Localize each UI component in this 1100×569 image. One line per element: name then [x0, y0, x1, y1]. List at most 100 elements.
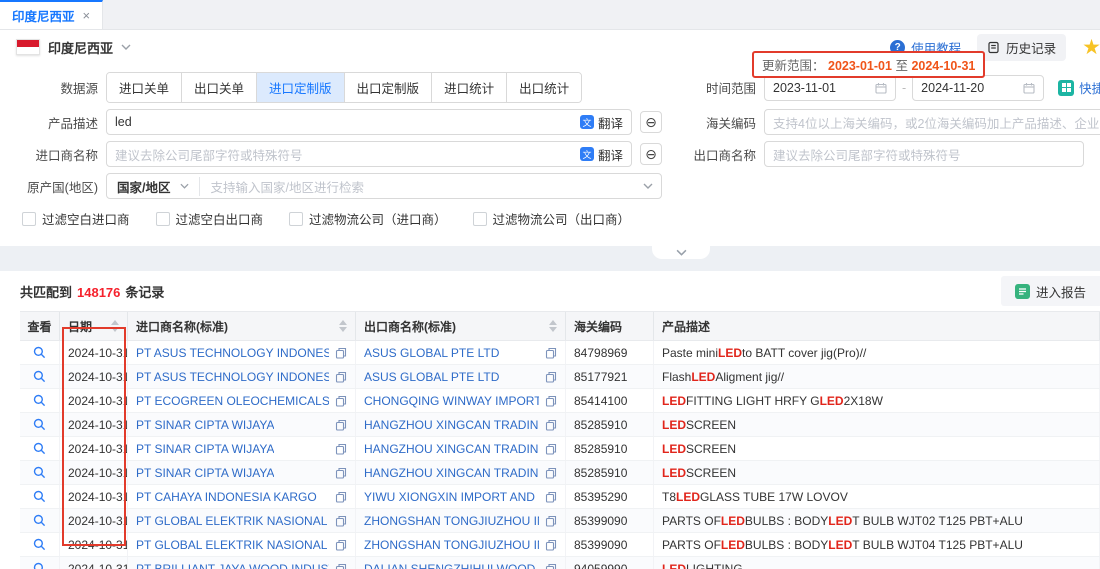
exporter-link[interactable]: DALIAN SHENGZHIHUI WOOD INDUST... — [364, 562, 539, 569]
copy-icon[interactable] — [545, 419, 557, 431]
view-detail-icon[interactable] — [33, 418, 46, 431]
exporter-link[interactable]: CHONGQING WINWAY IMPORT AND E... — [364, 394, 539, 408]
row-date: 2024-10-31 — [60, 533, 128, 556]
view-detail-icon[interactable] — [33, 442, 46, 455]
country-selector[interactable]: 印度尼西亚 — [16, 38, 131, 57]
column-header-importer[interactable]: 进口商名称(标准) — [128, 312, 356, 340]
chevron-down-icon — [643, 183, 661, 189]
importer-link[interactable]: PT GLOBAL ELEKTRIK NASIONAL — [136, 538, 327, 552]
exporter-link[interactable]: HANGZHOU XINGCAN TRADING CO LTD — [364, 418, 539, 432]
copy-icon[interactable] — [335, 515, 347, 527]
exporter-cell: ASUS GLOBAL PTE LTD — [356, 365, 566, 388]
importer-link[interactable]: PT SINAR CIPTA WIJAYA — [136, 466, 274, 480]
date-from-input[interactable]: 2023-11-01 — [764, 75, 896, 101]
translate-button[interactable]: 文 翻译 — [580, 145, 623, 164]
copy-icon[interactable] — [335, 563, 347, 569]
product-desc-label: 产品描述 — [6, 113, 98, 132]
importer-cell: PT SINAR CIPTA WIJAYA — [128, 461, 356, 484]
exporter-link[interactable]: ASUS GLOBAL PTE LTD — [364, 370, 499, 384]
view-detail-icon[interactable] — [33, 490, 46, 503]
synonym-expand-button[interactable]: ⊖ — [640, 143, 662, 165]
sort-icon[interactable] — [549, 320, 557, 332]
row-date: 2024-10-31 — [60, 557, 128, 569]
copy-icon[interactable] — [545, 395, 557, 407]
translate-button[interactable]: 文 翻译 — [580, 113, 623, 132]
exporter-link[interactable]: HANGZHOU XINGCAN TRADING CO LTD — [364, 442, 539, 456]
copy-icon[interactable] — [545, 539, 557, 551]
tab-title: 印度尼西亚 — [12, 6, 75, 25]
copy-icon[interactable] — [335, 443, 347, 455]
view-detail-icon[interactable] — [33, 370, 46, 383]
copy-icon[interactable] — [545, 467, 557, 479]
importer-link[interactable]: PT SINAR CIPTA WIJAYA — [136, 442, 274, 456]
view-detail-icon[interactable] — [33, 346, 46, 359]
copy-icon[interactable] — [335, 419, 347, 431]
tab-export-declarations[interactable]: 出口关单 — [181, 73, 256, 102]
enter-report-button[interactable]: 进入报告 — [1001, 276, 1100, 306]
importer-link[interactable]: PT BRILLIANT JAYA WOOD INDUSTRY — [136, 562, 329, 569]
sort-icon[interactable] — [111, 320, 119, 332]
exporter-link[interactable]: ZHONGSHAN TONGJIUZHOU INTERNA... — [364, 514, 539, 528]
column-header-date[interactable]: 日期 — [60, 312, 128, 340]
copy-icon[interactable] — [335, 395, 347, 407]
filter-blank-importer-checkbox[interactable]: 过滤空白进口商 — [22, 209, 130, 228]
synonym-expand-button[interactable]: ⊖ — [640, 111, 662, 133]
view-detail-icon[interactable] — [33, 466, 46, 479]
copy-icon[interactable] — [545, 515, 557, 527]
copy-icon[interactable] — [335, 347, 347, 359]
hs-code-input[interactable]: 支持4位以上海关编码，或2位海关编码加上产品描述、企业名称的任意信息 — [764, 109, 1100, 135]
tab-import-statistics[interactable]: 进口统计 — [431, 73, 506, 102]
view-detail-icon[interactable] — [33, 514, 46, 527]
copy-icon[interactable] — [545, 371, 557, 383]
column-header-exporter[interactable]: 出口商名称(标准) — [356, 312, 566, 340]
date-to-input[interactable]: 2024-11-20 — [912, 75, 1044, 101]
history-label: 历史记录 — [1006, 38, 1056, 57]
view-detail-icon[interactable] — [33, 394, 46, 407]
product-desc-input[interactable]: led 文 翻译 — [106, 109, 632, 135]
importer-link[interactable]: PT CAHAYA INDONESIA KARGO — [136, 490, 317, 504]
history-button[interactable]: 历史记录 — [977, 34, 1066, 61]
importer-link[interactable]: PT ASUS TECHNOLOGY INDONESIA BA... — [136, 370, 329, 384]
copy-icon[interactable] — [335, 467, 347, 479]
summary-prefix: 共匹配到 — [20, 285, 72, 300]
origin-country-select[interactable]: 国家/地区 — [107, 177, 200, 196]
tab-import-declarations[interactable]: 进口关单 — [107, 73, 181, 102]
collapse-panel-button[interactable] — [652, 246, 710, 259]
copy-icon[interactable] — [545, 443, 557, 455]
quick-options-link[interactable]: 快捷选项 — [1058, 78, 1100, 97]
close-icon[interactable]: × — [83, 8, 91, 23]
copy-icon[interactable] — [335, 491, 347, 503]
importer-link[interactable]: PT SINAR CIPTA WIJAYA — [136, 418, 274, 432]
filter-blank-exporter-checkbox[interactable]: 过滤空白出口商 — [156, 209, 264, 228]
view-cell — [20, 485, 60, 508]
view-detail-icon[interactable] — [33, 538, 46, 551]
copy-icon[interactable] — [545, 563, 557, 569]
origin-label: 原产国(地区) — [6, 177, 98, 196]
star-icon[interactable]: ★ — [1082, 37, 1100, 58]
copy-icon[interactable] — [335, 539, 347, 551]
exporter-link[interactable]: ZHONGSHAN TONGJIUZHOU INTERNA... — [364, 538, 539, 552]
exporter-link[interactable]: YIWU XIONGXIN IMPORT AND EXPORT... — [364, 490, 539, 504]
tab-import-custom[interactable]: 进口定制版 — [256, 73, 344, 102]
importer-link[interactable]: PT GLOBAL ELEKTRIK NASIONAL — [136, 514, 327, 528]
tab-export-statistics[interactable]: 出口统计 — [506, 73, 581, 102]
filter-logistics-exporter-checkbox[interactable]: 过滤物流公司（出口商） — [473, 209, 631, 228]
origin-search-input[interactable]: 支持输入国家/地区进行检索 — [200, 177, 643, 196]
importer-link[interactable]: PT ASUS TECHNOLOGY INDONESIA BA... — [136, 346, 329, 360]
exporter-link[interactable]: HANGZHOU XINGCAN TRADING CO LTD — [364, 466, 539, 480]
exporter-input[interactable]: 建议去除公司尾部字符或特殊符号 — [764, 141, 1084, 167]
table-row: 2024-10-31 PT SINAR CIPTA WIJAYA HANGZHO… — [20, 461, 1100, 485]
exporter-link[interactable]: ASUS GLOBAL PTE LTD — [364, 346, 499, 360]
importer-input[interactable]: 建议去除公司尾部字符或特殊符号 文 翻译 — [106, 141, 632, 167]
copy-icon[interactable] — [335, 371, 347, 383]
copy-icon[interactable] — [545, 347, 557, 359]
sort-icon[interactable] — [339, 320, 347, 332]
row-product-desc: LED SCREEN — [654, 413, 1100, 436]
copy-icon[interactable] — [545, 491, 557, 503]
filter-logistics-importer-checkbox[interactable]: 过滤物流公司（进口商） — [289, 209, 447, 228]
importer-link[interactable]: PT ECOGREEN OLEOCHEMICALS — [136, 394, 329, 408]
row-date: 2024-10-31 — [60, 485, 128, 508]
view-detail-icon[interactable] — [33, 562, 46, 569]
tab-indonesia[interactable]: 印度尼西亚 × — [0, 0, 103, 29]
tab-export-custom[interactable]: 出口定制版 — [344, 73, 432, 102]
